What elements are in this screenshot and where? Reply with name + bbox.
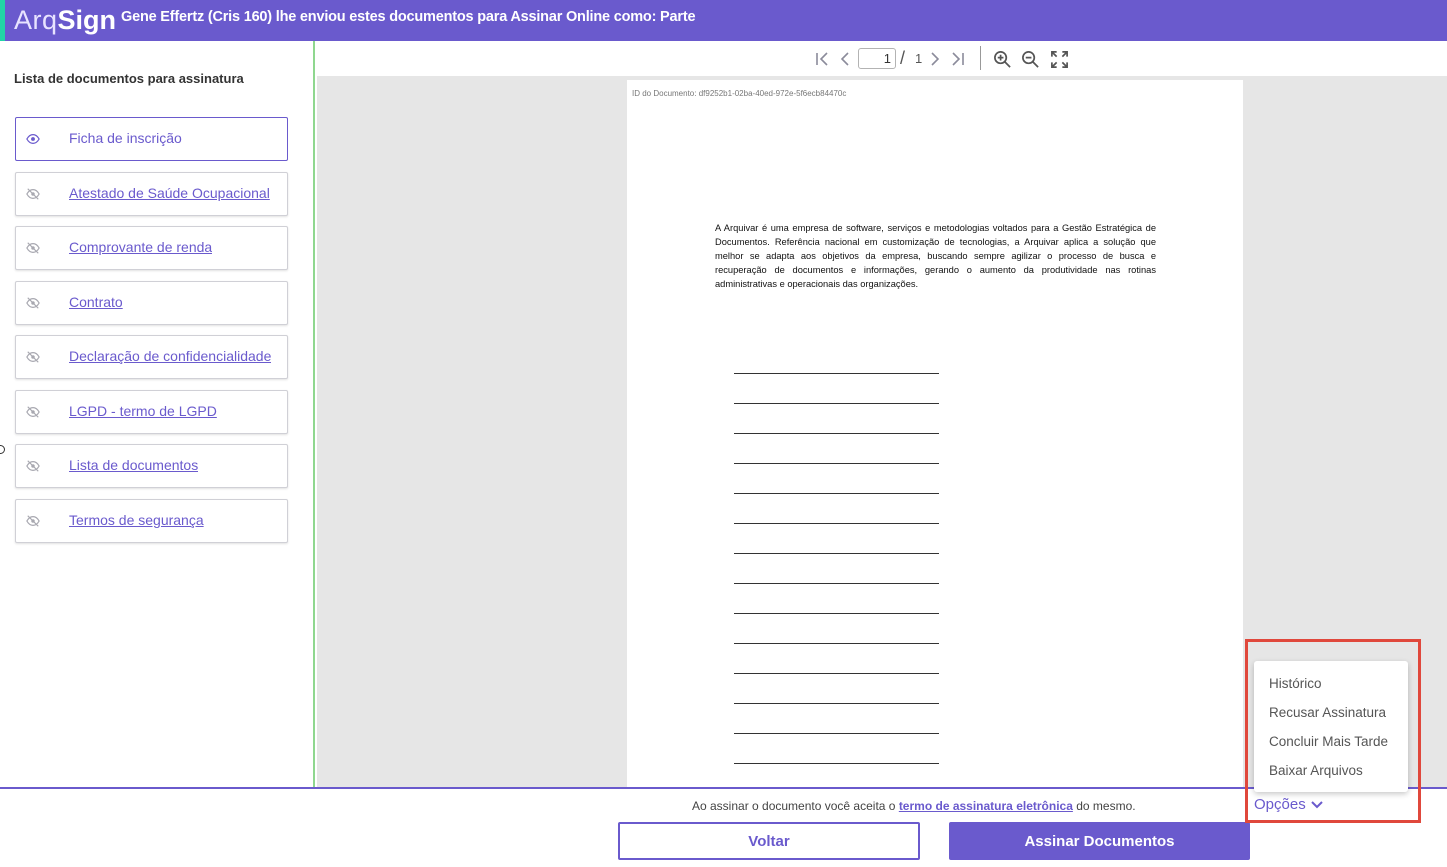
chevron-down-icon bbox=[1310, 800, 1323, 808]
document-label: Termos de segurança bbox=[69, 512, 204, 528]
first-page-icon[interactable] bbox=[812, 48, 832, 70]
document-item-lista[interactable]: Lista de documentos bbox=[15, 444, 288, 488]
document-label: LGPD - termo de LGPD bbox=[69, 403, 217, 419]
document-item-termos[interactable]: Termos de segurança bbox=[15, 499, 288, 543]
document-body-text: A Arquivar é uma empresa de software, se… bbox=[715, 223, 1156, 289]
sign-documents-button[interactable]: Assinar Documentos bbox=[949, 822, 1250, 860]
options-toggle[interactable]: Opções bbox=[1254, 796, 1324, 813]
previous-page-icon[interactable] bbox=[836, 48, 854, 70]
document-label: Declaração de confidencialidade bbox=[69, 348, 272, 364]
header-accent bbox=[0, 0, 5, 41]
document-item-declaracao[interactable]: Declaração de confidencialidade bbox=[15, 335, 288, 379]
document-label: Contrato bbox=[69, 294, 123, 310]
terms-notice: Ao assinar o documento você aceita o ter… bbox=[692, 799, 1136, 813]
signature-line bbox=[734, 703, 939, 704]
eye-off-icon bbox=[26, 188, 40, 200]
signature-line bbox=[734, 733, 939, 734]
next-page-icon[interactable] bbox=[926, 48, 944, 70]
menu-item-historico[interactable]: Histórico bbox=[1269, 676, 1322, 691]
footer-bar: Ao assinar o documento você aceita o ter… bbox=[0, 787, 1447, 867]
menu-item-baixar-arquivos[interactable]: Baixar Arquivos bbox=[1269, 763, 1363, 778]
zoom-out-icon[interactable] bbox=[1019, 48, 1041, 70]
eye-off-icon bbox=[26, 297, 40, 309]
eye-off-icon bbox=[26, 242, 40, 254]
signature-line bbox=[734, 433, 939, 434]
sidebar-handle[interactable] bbox=[0, 445, 5, 454]
eye-icon bbox=[26, 134, 40, 144]
page-number-input[interactable]: 1 bbox=[858, 48, 896, 69]
signature-line bbox=[734, 613, 939, 614]
eye-off-icon bbox=[26, 460, 40, 472]
toolbar-divider bbox=[980, 46, 981, 70]
signature-line bbox=[734, 763, 939, 764]
page-total: 1 bbox=[915, 51, 923, 66]
menu-item-recusar-assinatura[interactable]: Recusar Assinatura bbox=[1269, 705, 1386, 720]
document-label: Atestado de Saúde Ocupacional bbox=[69, 185, 270, 201]
document-item-atestado[interactable]: Atestado de Saúde Ocupacional bbox=[15, 172, 288, 216]
document-page: ID do Documento: df9252b1-02ba-40ed-972e… bbox=[627, 80, 1243, 787]
eye-off-icon bbox=[26, 351, 40, 363]
app-window: Arq Sign Gene Effertz (Cris 160) lhe envi… bbox=[0, 0, 1447, 867]
zoom-in-icon[interactable] bbox=[991, 48, 1013, 70]
logo-text-arq: Arq bbox=[14, 5, 58, 35]
document-label: Lista de documentos bbox=[69, 457, 199, 473]
documents-sidebar: Lista de documentos para assinatura Fich… bbox=[0, 41, 315, 787]
eye-off-icon bbox=[26, 515, 40, 527]
document-item-ficha[interactable]: Ficha de inscrição bbox=[15, 117, 288, 161]
options-label: Opções bbox=[1254, 796, 1306, 813]
terms-prefix: Ao assinar o documento você aceita o bbox=[692, 799, 896, 813]
signature-line bbox=[734, 373, 939, 374]
document-id: ID do Documento: df9252b1-02ba-40ed-972e… bbox=[632, 89, 847, 98]
document-label: Ficha de inscrição bbox=[69, 130, 182, 146]
signature-line bbox=[734, 403, 939, 404]
signature-line bbox=[734, 463, 939, 464]
options-menu: Histórico Recusar Assinatura Concluir Ma… bbox=[1254, 661, 1408, 792]
document-item-comprovante[interactable]: Comprovante de renda bbox=[15, 226, 288, 270]
document-item-lgpd[interactable]: LGPD - termo de LGPD bbox=[15, 390, 288, 434]
signature-line bbox=[734, 643, 939, 644]
header-title: Gene Effertz (Cris 160) lhe enviou estes… bbox=[121, 9, 696, 25]
arqsign-logo: Arq Sign bbox=[14, 0, 116, 41]
document-item-contrato[interactable]: Contrato bbox=[15, 281, 288, 325]
eye-off-icon bbox=[26, 406, 40, 418]
signature-line bbox=[734, 553, 939, 554]
terms-suffix: do mesmo. bbox=[1076, 799, 1136, 813]
back-button[interactable]: Voltar bbox=[618, 822, 920, 860]
logo-text-sign: Sign bbox=[57, 5, 117, 35]
signature-line bbox=[734, 583, 939, 584]
document-label: Comprovante de renda bbox=[69, 239, 213, 255]
last-page-icon[interactable] bbox=[948, 48, 968, 70]
menu-item-concluir-mais-tarde[interactable]: Concluir Mais Tarde bbox=[1269, 734, 1388, 749]
signature-line bbox=[734, 673, 939, 674]
signature-line bbox=[734, 523, 939, 524]
page-separator: / bbox=[900, 48, 906, 68]
fullscreen-icon[interactable] bbox=[1048, 48, 1070, 70]
sidebar-title: Lista de documentos para assinatura bbox=[14, 71, 244, 86]
app-header: Arq Sign Gene Effertz (Cris 160) lhe envi… bbox=[0, 0, 1447, 41]
terms-link[interactable]: termo de assinatura eletrônica bbox=[899, 799, 1073, 813]
signature-line bbox=[734, 493, 939, 494]
